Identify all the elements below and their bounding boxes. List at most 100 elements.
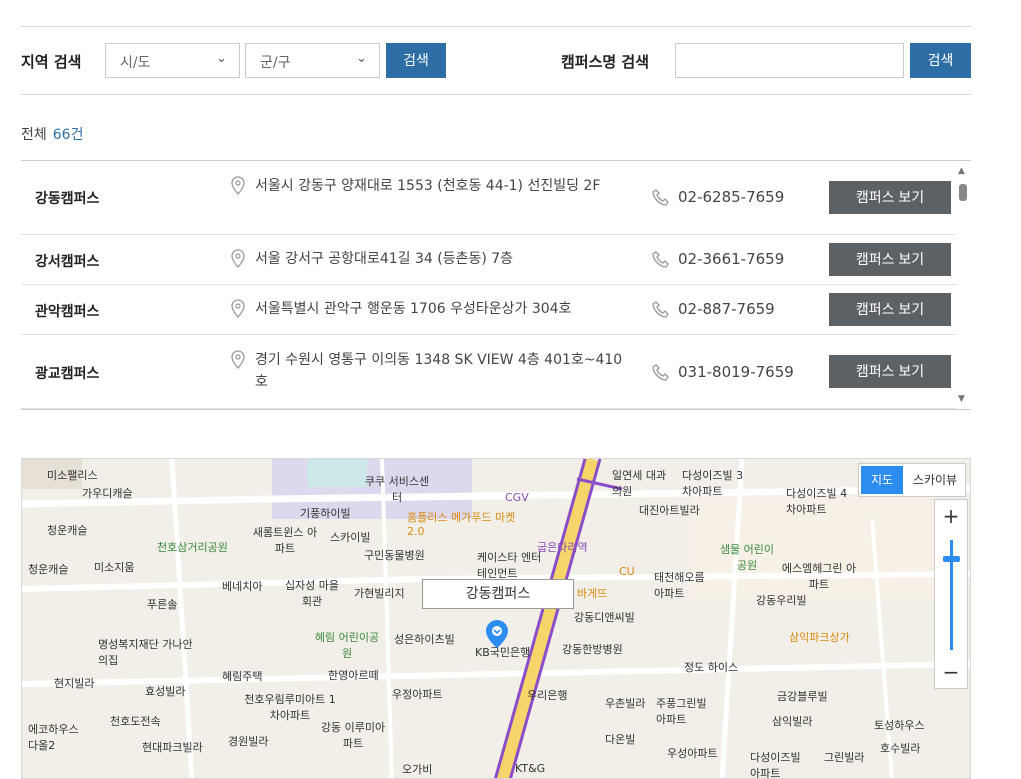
scroll-up-icon[interactable]: ▲ <box>958 166 965 176</box>
region-search-button[interactable]: 검색 <box>386 43 446 78</box>
map-label: 효성빌라 <box>145 685 186 698</box>
map-label: 우촌빌라 <box>605 697 646 710</box>
map-label: 바게뜨 <box>577 587 608 600</box>
map-label: 굽은다리역 <box>537 541 588 554</box>
map-label: 쿠쿠 서비스센터 <box>364 475 430 504</box>
gungu-select[interactable]: 군/구 ⌄ <box>245 43 380 78</box>
map-label: 미소지움 <box>94 561 135 574</box>
campus-phone: 02-887-7659 <box>678 300 775 318</box>
table-row: 관악캠퍼스 서울특별시 관악구 행운동 1706 우성타운상가 304호 02-… <box>21 285 956 335</box>
map-label: 홈플러스 메가푸드 마켓 2.0 <box>407 511 516 538</box>
mid-divider <box>21 94 971 95</box>
map-label: 강동 이루미아파트 <box>320 721 386 750</box>
map-label: 금강블루빌 <box>777 690 828 703</box>
chevron-down-icon: ⌄ <box>356 51 367 66</box>
map-label: 태천해오름 아파트 <box>654 571 705 600</box>
map-label: 토성하우스 <box>874 719 925 732</box>
map-label: 가우디캐슬 <box>82 487 133 500</box>
campus-map[interactable]: 미소팰리스 가우디캐슬 청운캐슬 천호삼거리공원 청운캐슬 미소지움 베네치아 … <box>21 458 971 779</box>
list-scrollbar[interactable]: ▲ ▼ <box>956 166 970 404</box>
campus-name: 강동캠퍼스 <box>35 191 100 207</box>
map-label: 명성복지재단 가나안의집 <box>98 638 193 667</box>
map-label: 기풍하이빌 <box>300 507 351 520</box>
campus-name: 광교캠퍼스 <box>35 366 100 382</box>
map-label: 샘물 어린이공원 <box>719 543 775 572</box>
campus-marker-tooltip: 강동캠퍼스 <box>422 579 574 609</box>
map-label: 오가비 <box>402 763 433 776</box>
map-label: 새롬트윈스 아파트 <box>252 526 318 555</box>
campus-name: 관악캠퍼스 <box>35 304 100 320</box>
map-label: 가현빌리지 <box>354 587 405 600</box>
map-label: 현대파크빌라 <box>142 741 203 754</box>
view-campus-button[interactable]: 캠퍼스 보기 <box>829 293 951 326</box>
table-row: 강동캠퍼스 서울시 강동구 양재대로 1553 (천호동 44-1) 선진빌딩 … <box>21 161 956 235</box>
campus-name: 강서캠퍼스 <box>35 254 100 270</box>
zoom-in-button[interactable]: + <box>935 504 967 528</box>
campus-marker-icon[interactable] <box>485 619 509 649</box>
map-label: 강동한방병원 <box>562 643 623 656</box>
map-label: 한영아르떼 <box>328 669 379 682</box>
sido-select[interactable]: 시/도 ⌄ <box>105 43 240 78</box>
map-label: 성은하이츠빌 <box>394 633 455 646</box>
map-label: 혜림 어린이공원 <box>314 631 380 660</box>
phone-icon <box>652 364 669 381</box>
top-divider <box>21 26 971 27</box>
view-campus-button[interactable]: 캠퍼스 보기 <box>829 181 951 214</box>
view-campus-button[interactable]: 캠퍼스 보기 <box>829 355 951 388</box>
total-label: 전체 <box>21 127 47 143</box>
campus-search-button[interactable]: 검색 <box>910 43 971 78</box>
phone-icon <box>652 301 669 318</box>
map-label: 에스엠헤그린 아파트 <box>781 562 857 591</box>
map-label: 에코하우스 다올2 <box>28 723 79 752</box>
map-label: 호수빌라 <box>880 742 921 755</box>
view-campus-button[interactable]: 캠퍼스 보기 <box>829 243 951 276</box>
map-label: 경원빌라 <box>228 735 269 748</box>
map-label: 우리은행 <box>527 689 568 702</box>
map-label: 현지빌라 <box>54 677 95 690</box>
phone-icon <box>652 251 669 268</box>
map-label: 천호삼거리공원 <box>157 541 228 554</box>
zoom-out-button[interactable]: − <box>935 660 967 684</box>
campus-search-input[interactable] <box>675 43 904 78</box>
zoom-control: + − <box>934 499 968 689</box>
map-label: 우정아파트 <box>392 688 443 701</box>
campus-address: 서울시 강동구 양재대로 1553 (천호동 44-1) 선진빌딩 2F <box>255 178 601 194</box>
scroll-down-icon[interactable]: ▼ <box>958 394 965 404</box>
campus-list[interactable]: 강동캠퍼스 서울시 강동구 양재대로 1553 (천호동 44-1) 선진빌딩 … <box>21 160 971 410</box>
map-label: 다성이즈빌 4차아파트 <box>786 487 848 516</box>
scroll-thumb[interactable] <box>959 184 967 201</box>
phone-icon <box>652 189 669 206</box>
map-label: 스카이빌 <box>330 531 371 544</box>
map-label: 다성이즈빌 아파트 <box>750 751 801 779</box>
map-label: 일연세 대과의원 <box>612 469 667 498</box>
campus-address: 서울특별시 관악구 행운동 1706 우성타운상가 304호 <box>255 301 572 317</box>
map-label: 천호도전속 <box>110 715 161 728</box>
map-type-map[interactable]: 지도 <box>861 466 903 494</box>
map-type-toggle: 지도 스카이뷰 <box>858 463 966 497</box>
map-pin-icon <box>231 299 245 318</box>
map-label: CU <box>619 565 635 578</box>
map-label: 베네치아 <box>222 580 263 593</box>
gungu-select-value: 군/구 <box>260 55 291 71</box>
map-pin-icon <box>231 350 245 369</box>
map-label: 강동우리빌 <box>756 594 807 607</box>
map-label: 삼익빌라 <box>772 715 813 728</box>
map-label: KT&G <box>515 762 546 775</box>
campus-phone: 02-6285-7659 <box>678 188 785 206</box>
map-pin-icon <box>231 249 245 268</box>
map-label: CGV <box>505 491 529 504</box>
total-count: 전체 66건 <box>21 124 83 144</box>
search-bar: 지역 검색 시/도 ⌄ 군/구 ⌄ 검색 캠퍼스명 검색 검색 <box>21 43 971 78</box>
map-label: 청운캐슬 <box>47 524 88 537</box>
campus-address: 경기 수원시 영통구 이의동 1348 SK VIEW 4층 401호~410호 <box>255 352 623 390</box>
map-label: 십자성 마을회관 <box>284 579 340 608</box>
map-type-skyview[interactable]: 스카이뷰 <box>907 466 963 494</box>
zoom-slider-handle[interactable] <box>943 556 960 562</box>
map-label: 다성이즈빌 3차아파트 <box>682 469 744 498</box>
map-label: 그린빌라 <box>824 751 865 764</box>
total-count-value: 66건 <box>52 127 84 143</box>
table-row: 광교캠퍼스 경기 수원시 영통구 이의동 1348 SK VIEW 4층 401… <box>21 335 956 409</box>
sido-select-value: 시/도 <box>120 55 151 71</box>
map-label: 미소팰리스 <box>47 469 98 482</box>
chevron-down-icon: ⌄ <box>216 51 227 66</box>
